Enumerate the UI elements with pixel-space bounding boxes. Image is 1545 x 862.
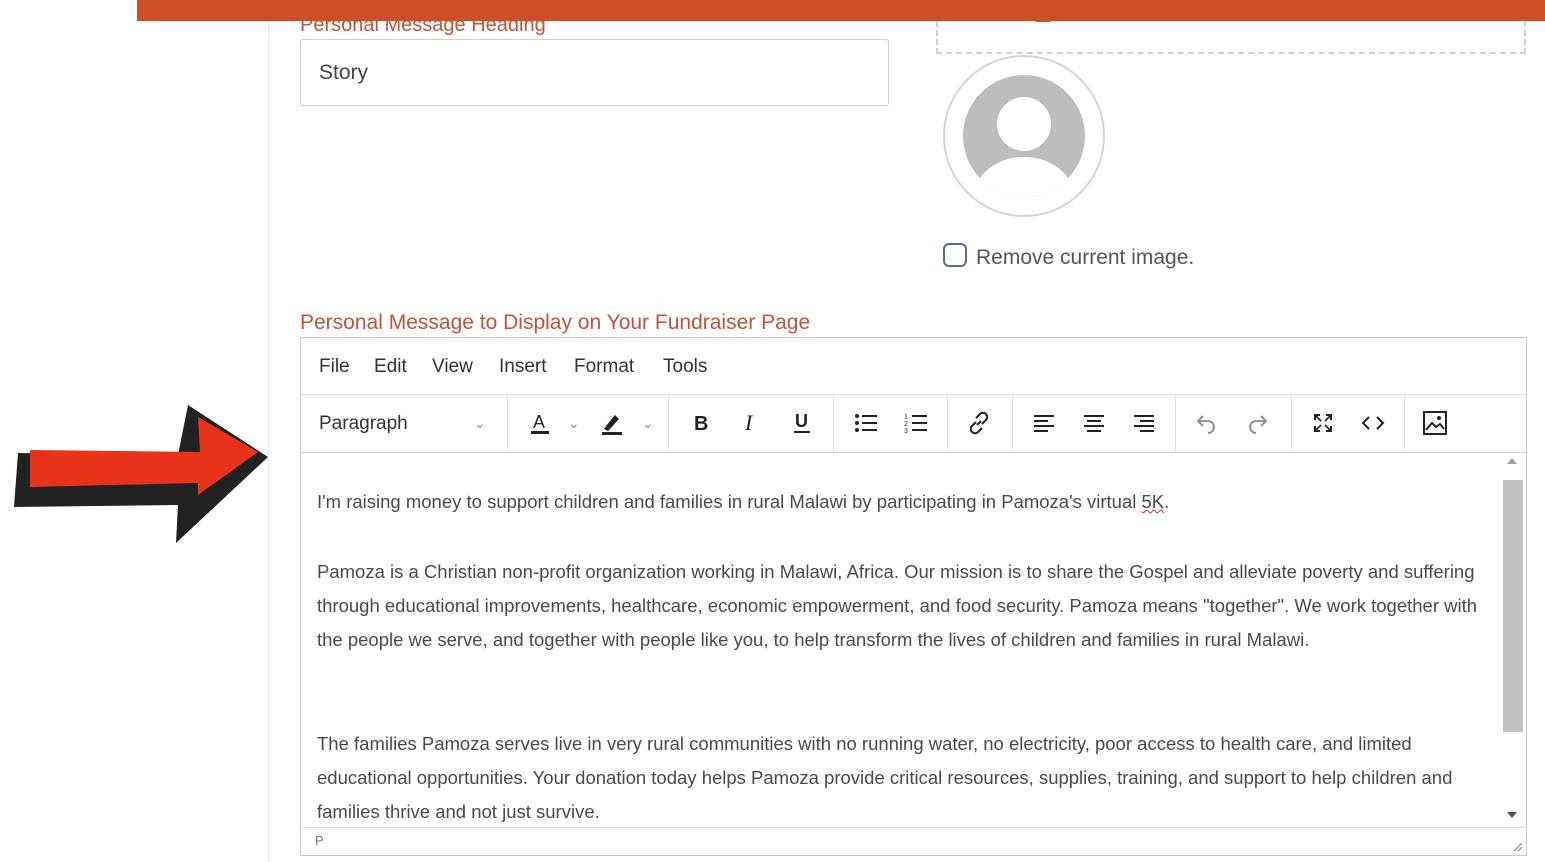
remove-image-label[interactable]: Remove current image. (976, 245, 1194, 271)
svg-text:U: U (795, 411, 808, 431)
svg-text:2: 2 (904, 421, 908, 428)
text-color-icon[interactable]: A (523, 407, 557, 439)
undo-icon[interactable] (1189, 407, 1223, 439)
red-arrow-icon (14, 405, 268, 543)
svg-text:3: 3 (904, 428, 908, 434)
editor-toolbar: Paragraph ⌄ A ⌄ ⌄ B I U 123 (301, 395, 1526, 453)
scroll-up-icon[interactable] (1507, 458, 1517, 464)
message-label: Personal Message to Display on Your Fund… (300, 311, 811, 334)
image-icon[interactable] (1418, 407, 1452, 439)
link-icon[interactable] (962, 407, 996, 439)
svg-text:I: I (744, 411, 754, 435)
align-left-icon[interactable] (1027, 407, 1061, 439)
text-color-chevron-icon[interactable]: ⌄ (568, 415, 580, 432)
redo-icon[interactable] (1241, 407, 1275, 439)
image-dropzone[interactable] (936, 21, 1526, 54)
menu-insert[interactable]: Insert (499, 356, 547, 378)
highlight-chevron-icon[interactable]: ⌄ (642, 415, 654, 432)
svg-text:1: 1 (904, 414, 908, 421)
editor-content[interactable]: I'm raising money to support children an… (301, 453, 1499, 827)
editor-statusbar: P (301, 827, 1526, 855)
editor-menubar: File Edit View Insert Format Tools (301, 338, 1526, 395)
highlight-icon[interactable] (595, 407, 629, 439)
align-right-icon[interactable] (1127, 407, 1161, 439)
svg-text:A: A (533, 412, 545, 432)
numbered-list-icon[interactable]: 123 (899, 407, 933, 439)
rich-text-editor: File Edit View Insert Format Tools Parag… (300, 337, 1527, 856)
underline-icon[interactable]: U (785, 407, 819, 439)
svg-text:B: B (694, 413, 708, 435)
element-path[interactable]: P (315, 833, 324, 848)
dropzone-icon (1030, 14, 1056, 22)
user-placeholder-icon (963, 75, 1085, 197)
scroll-down-icon[interactable] (1507, 812, 1517, 818)
content-paragraph: I'm raising money to support children an… (317, 491, 1170, 512)
content-paragraph: The families Pamoza serves live in very … (317, 733, 1453, 822)
align-center-icon[interactable] (1077, 407, 1111, 439)
heading-label: Personal Message Heading (300, 14, 546, 36)
menu-view[interactable]: View (432, 356, 473, 378)
misspelled-word: 5K (1141, 491, 1165, 512)
menu-file[interactable]: File (319, 356, 350, 378)
menu-tools[interactable]: Tools (663, 356, 707, 378)
avatar (943, 55, 1105, 217)
bold-icon[interactable]: B (684, 407, 718, 439)
italic-icon[interactable]: I (733, 407, 767, 439)
bullet-list-icon[interactable] (849, 407, 883, 439)
fullscreen-icon[interactable] (1306, 407, 1340, 439)
resize-handle-icon[interactable] (1511, 840, 1523, 852)
chevron-down-icon: ⌄ (474, 415, 486, 431)
menu-format[interactable]: Format (574, 356, 634, 378)
code-icon[interactable] (1356, 407, 1390, 439)
scrollbar-thumb[interactable] (1503, 480, 1523, 732)
block-format-label: Paragraph (319, 413, 408, 434)
menu-edit[interactable]: Edit (374, 356, 407, 378)
remove-image-checkbox[interactable] (943, 243, 967, 267)
heading-input[interactable] (300, 39, 889, 106)
content-paragraph: Pamoza is a Christian non-profit organiz… (317, 561, 1478, 650)
